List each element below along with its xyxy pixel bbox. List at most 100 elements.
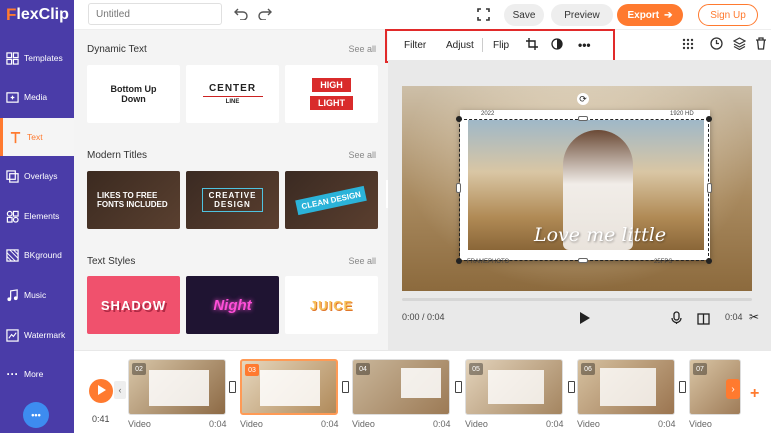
- timeline-play-button[interactable]: [89, 379, 113, 403]
- media-icon: [6, 91, 19, 104]
- grid-button[interactable]: [682, 30, 694, 60]
- flexclip-logo[interactable]: FlexClip: [6, 5, 69, 25]
- timeline-clip[interactable]: 04: [352, 359, 450, 415]
- title-template-clean-design[interactable]: CLEAN DESIGN: [285, 171, 378, 229]
- rotate-handle[interactable]: ⟳: [577, 93, 589, 105]
- frame-resolution-label: 1920 HD: [670, 111, 694, 117]
- clip-time: 0:04: [433, 419, 451, 429]
- section-title-text-styles: Text Styles: [87, 256, 136, 267]
- resize-handle-top-left[interactable]: [456, 116, 462, 122]
- resize-handle-left[interactable]: [456, 183, 461, 193]
- video-canvas[interactable]: 2022 1920 HD FRAMEPHOTO 25FPS Love me li…: [402, 86, 752, 291]
- clip-thumbnail: [488, 370, 544, 404]
- preview-button[interactable]: Preview: [551, 4, 613, 26]
- chat-button[interactable]: •••: [23, 402, 49, 428]
- scroll-left-button[interactable]: ‹: [114, 381, 126, 399]
- timeline-clip[interactable]: 06: [577, 359, 675, 415]
- trash-icon: [755, 37, 767, 53]
- style-template-night[interactable]: Night: [186, 276, 279, 334]
- timeline: 0:41 ‹ 02 Video 0:04 03 Video 0:04 04 Vi…: [74, 350, 771, 433]
- transition-button[interactable]: [342, 381, 349, 393]
- plus-icon: +: [750, 385, 760, 402]
- transition-button[interactable]: [568, 381, 575, 393]
- highlight-box: [385, 29, 615, 63]
- resize-handle-top-right[interactable]: [706, 116, 712, 122]
- record-voice-button[interactable]: [671, 311, 682, 330]
- title-template-creative-design[interactable]: CREATIVE DESIGN: [186, 171, 279, 229]
- text-template-highlight[interactable]: HIGH LIGHT: [285, 65, 378, 123]
- frame-year-label: 2022: [481, 111, 495, 117]
- sidebar-item-overlays[interactable]: Overlays: [0, 157, 74, 195]
- transition-button[interactable]: [679, 381, 686, 393]
- total-duration: 0:41: [92, 414, 110, 424]
- timeline-clip[interactable]: 02: [128, 359, 226, 415]
- split-view-button[interactable]: [697, 312, 710, 330]
- clip-label: Video: [128, 419, 151, 429]
- sidebar-item-elements[interactable]: Elements: [0, 197, 74, 235]
- resize-handle-top[interactable]: [578, 116, 588, 121]
- top-bar: Save Preview Export ➔ Sign Up: [74, 0, 771, 30]
- clip-label: Video: [465, 419, 488, 429]
- chat-icon: •••: [31, 410, 41, 420]
- text-template-center-line[interactable]: CENTER LINE: [186, 65, 279, 123]
- clip-thumbnail: [149, 370, 209, 406]
- resize-handle-bottom-left[interactable]: [456, 258, 462, 264]
- text-icon: [9, 131, 22, 144]
- transition-button[interactable]: [229, 381, 236, 393]
- selection-box[interactable]: [459, 119, 709, 261]
- see-all-modern-titles[interactable]: See all: [348, 150, 376, 160]
- sidebar-item-more[interactable]: ··· More: [0, 355, 74, 393]
- progress-track[interactable]: [402, 298, 752, 301]
- clip-length: 0:04: [725, 312, 743, 322]
- music-icon: [6, 288, 19, 302]
- clip-thumbnail: [401, 368, 441, 398]
- sidebar-item-media[interactable]: Media: [0, 78, 74, 116]
- sign-up-button[interactable]: Sign Up: [698, 4, 758, 26]
- delete-button[interactable]: [755, 30, 767, 60]
- section-title-modern-titles: Modern Titles: [87, 150, 148, 161]
- sidebar-item-text[interactable]: Text: [0, 118, 74, 156]
- layers-button[interactable]: [732, 30, 747, 60]
- sidebar-item-watermark[interactable]: Watermark: [0, 316, 74, 354]
- chevron-right-icon: ›: [731, 383, 735, 395]
- resize-handle-bottom[interactable]: [578, 258, 588, 263]
- style-template-juice[interactable]: JUICE: [285, 276, 378, 334]
- transition-button[interactable]: [455, 381, 462, 393]
- clip-thumbnail: [260, 370, 320, 406]
- clip-time: 0:04: [658, 419, 676, 429]
- scroll-right-button[interactable]: ›: [726, 379, 740, 399]
- redo-icon[interactable]: [258, 6, 272, 25]
- save-button[interactable]: Save: [504, 4, 544, 26]
- resize-handle-bottom-right[interactable]: [706, 258, 712, 264]
- watermark-icon: [6, 328, 19, 342]
- clip-label: Video: [577, 419, 600, 429]
- undo-icon[interactable]: [234, 6, 248, 25]
- resize-handle-right[interactable]: [707, 183, 712, 193]
- sidebar-item-templates[interactable]: Templates: [0, 39, 74, 77]
- clip-time: 0:04: [546, 419, 564, 429]
- divider-line: [202, 96, 263, 97]
- layers-icon: [732, 37, 747, 53]
- see-all-text-styles[interactable]: See all: [348, 256, 376, 266]
- sidebar-item-music[interactable]: Music: [0, 276, 74, 314]
- timeline-clip-active[interactable]: 03: [240, 359, 338, 415]
- duration-button[interactable]: [710, 30, 723, 60]
- play-button[interactable]: [579, 311, 591, 330]
- clip-label: Video: [240, 419, 263, 429]
- clock-icon: [710, 37, 723, 53]
- fullscreen-icon[interactable]: [477, 8, 490, 26]
- export-button[interactable]: Export ➔: [617, 4, 683, 26]
- split-clip-button[interactable]: ✂: [749, 310, 759, 324]
- title-template-free-fonts[interactable]: LIKES TO FREE FONTS INCLUDED: [87, 171, 180, 229]
- project-title-input[interactable]: [88, 3, 222, 25]
- text-template-bottom-up-down[interactable]: Bottom Up Down: [87, 65, 180, 123]
- clip-time: 0:04: [321, 419, 339, 429]
- text-panel: Dynamic Text See all Bottom Up Down CENT…: [74, 30, 388, 350]
- grid-icon: [682, 38, 694, 53]
- sidebar-item-background[interactable]: BKground: [0, 236, 74, 274]
- style-template-shadow[interactable]: SHADOW: [87, 276, 180, 334]
- section-title-dynamic-text: Dynamic Text: [87, 44, 147, 55]
- timeline-clip[interactable]: 05: [465, 359, 563, 415]
- see-all-dynamic-text[interactable]: See all: [348, 44, 376, 54]
- add-clip-button[interactable]: +: [750, 385, 759, 403]
